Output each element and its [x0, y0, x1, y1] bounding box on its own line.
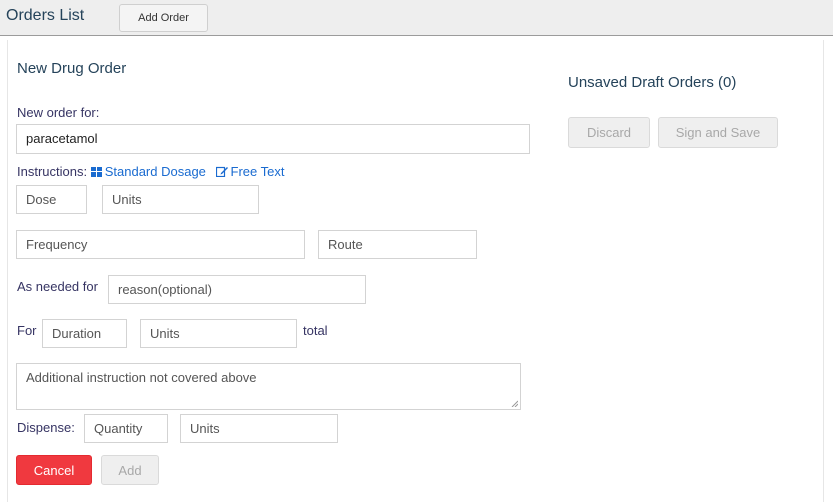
route-select[interactable]: Route [318, 230, 477, 259]
reason-input[interactable]: reason(optional) [108, 275, 366, 304]
quantity-input[interactable]: Quantity [84, 414, 168, 443]
dose-units-select[interactable]: Units [102, 185, 259, 214]
instructions-row: Instructions: Standard Dosage Free Text [17, 164, 284, 179]
total-label: total [303, 323, 328, 338]
orders-list-title[interactable]: Orders List [6, 7, 84, 25]
for-label: For [17, 323, 37, 338]
drug-name-input[interactable]: paracetamol [16, 124, 530, 154]
standard-dosage-label: Standard Dosage [104, 164, 206, 179]
sign-and-save-button[interactable]: Sign and Save [658, 117, 778, 148]
standard-dosage-link[interactable]: Standard Dosage [90, 164, 210, 179]
duration-units-select[interactable]: Units [140, 319, 297, 348]
drug-order-panel: New Drug Order New order for: paracetamo… [7, 40, 824, 502]
instructions-label: Instructions: [17, 164, 88, 179]
top-bar: Orders List Add Order [0, 0, 833, 36]
duration-input[interactable]: Duration [42, 319, 127, 348]
discard-button[interactable]: Discard [568, 117, 650, 148]
unsaved-draft-orders-heading: Unsaved Draft Orders (0) [568, 74, 737, 91]
grid-icon [90, 167, 102, 177]
dispense-label: Dispense: [17, 420, 75, 435]
as-needed-label: As needed for [17, 279, 98, 294]
quantity-units-select[interactable]: Units [180, 414, 338, 443]
add-button[interactable]: Add [101, 455, 159, 485]
additional-instruction-textarea[interactable]: Additional instruction not covered above [16, 363, 521, 410]
edit-icon [215, 166, 228, 177]
new-order-for-label: New order for: [17, 105, 100, 120]
additional-instruction-placeholder: Additional instruction not covered above [26, 370, 257, 385]
free-text-label: Free Text [230, 164, 285, 179]
cancel-button[interactable]: Cancel [16, 455, 92, 485]
dose-input[interactable]: Dose [16, 185, 87, 214]
free-text-link[interactable]: Free Text [215, 164, 285, 179]
new-drug-order-heading: New Drug Order [17, 60, 127, 77]
resize-handle-icon[interactable] [511, 400, 518, 407]
add-order-button[interactable]: Add Order [119, 4, 208, 32]
frequency-select[interactable]: Frequency [16, 230, 305, 259]
